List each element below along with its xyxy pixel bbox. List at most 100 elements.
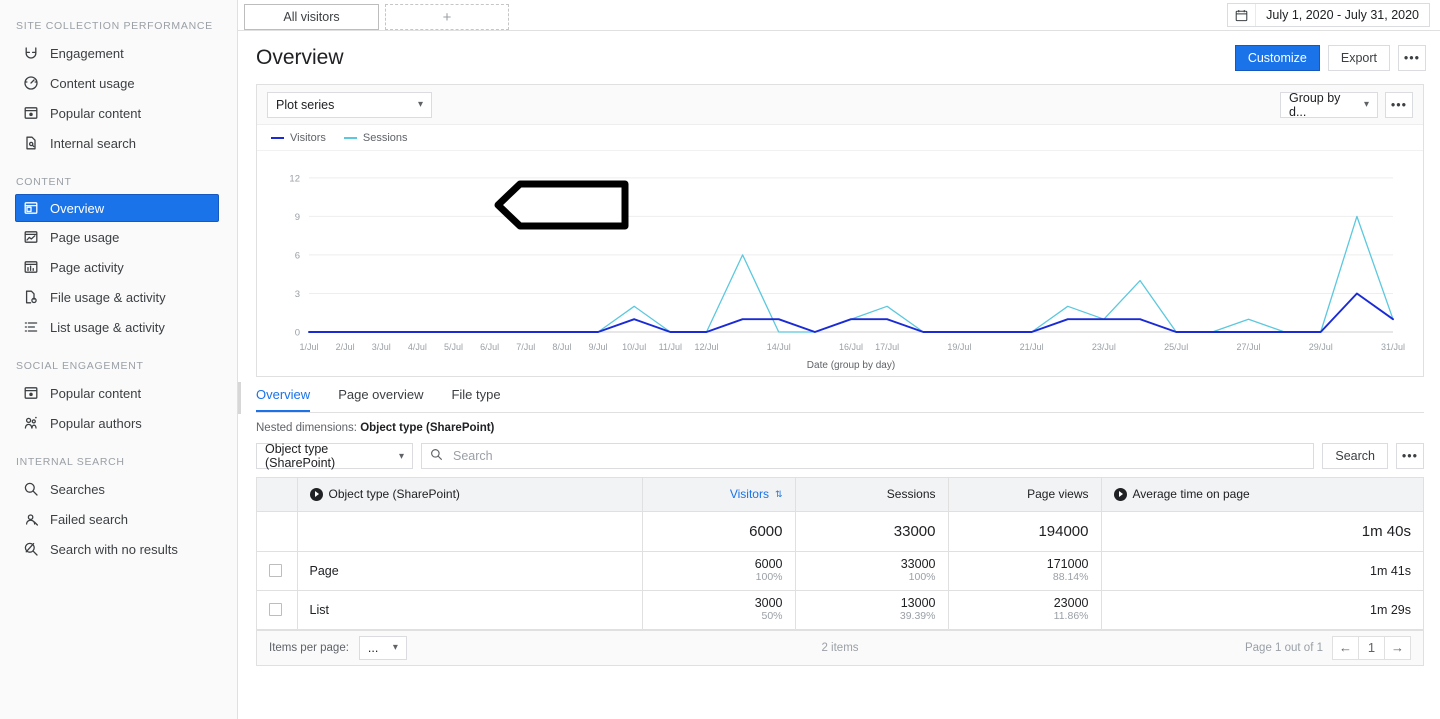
nested-dimensions-value[interactable]: Object type (SharePoint) [360,422,494,434]
search-button[interactable]: Search [1322,443,1388,469]
tab-page-overview[interactable]: Page overview [338,387,423,412]
y-axis-tick-label: 0 [295,328,300,339]
sidebar-item-popular-authors[interactable]: Popular authors [16,408,219,438]
page-label: Page 1 out of 1 [1244,641,1323,654]
items-per-page-select[interactable]: ... ▾ [358,635,407,660]
column-header-object-type-sharepoint[interactable]: Object type (SharePoint) [297,478,643,512]
page-title: Overview [256,45,344,69]
chevron-down-icon: ▾ [392,642,398,653]
sidebar-group-spacer [0,564,237,574]
column-header-visitors[interactable]: Visitors ⇅ [642,478,796,512]
group-by-select[interactable]: Group by d... ▾ [1280,90,1378,119]
x-axis-tick-label: 3/Jul [372,342,391,352]
sidebar-item-label: Page usage [50,229,120,245]
x-axis-title: Date (group by day) [807,360,895,371]
group-by-label: Group by d... [1289,90,1341,119]
nested-dimensions: Nested dimensions: Object type (SharePoi… [256,413,1424,440]
sidebar-item-label: Failed search [50,511,129,527]
x-axis-tick-label: 17/Jul [875,342,899,352]
y-axis-tick-label: 6 [295,250,300,261]
row-dimension-label: List [309,602,329,617]
sidebar-item-label: Popular content [50,385,142,401]
row-checkbox-cell [257,590,298,630]
legend-swatch-icon [343,136,357,139]
sidebar-item-page-usage[interactable]: Page usage [16,222,219,252]
x-axis-tick-label: 6/Jul [480,342,499,352]
table-row[interactable]: Page 6000 100% 33000 100% 171000 88.14% 1m 41s [257,551,1423,591]
popular-content-icon [22,104,40,122]
row-visitors-cell: 3000 50% [642,590,796,630]
sidebar-group-title: INTERNAL SEARCH [16,456,125,468]
chart-more-button[interactable]: ••• [1385,91,1413,118]
document-search-icon [22,134,40,152]
legend-item-sessions[interactable]: Sessions [343,132,408,144]
header-more-button[interactable]: ••• [1398,44,1426,71]
sidebar-item-search-with-no-results[interactable]: Search with no results [16,534,219,564]
x-axis-tick-label: 2/Jul [336,342,355,352]
search-more-button[interactable]: ••• [1396,443,1424,469]
sidebar-item-popular-content[interactable]: Popular content [16,98,219,128]
current-page-number[interactable]: 1 [1358,635,1385,660]
row-visitors-percent: 100% [755,571,783,584]
plot-series-select[interactable]: Plot series ▾ [267,91,432,118]
x-axis-tick-label: 21/Jul [1020,342,1044,352]
file-activity-icon [22,288,40,306]
report-tabs: Overview Page overview File type [256,377,1424,413]
data-table: Object type (SharePoint) Visitors ⇅ Session… [257,478,1423,630]
row-checkbox[interactable] [269,603,282,616]
next-page-button[interactable]: → [1384,635,1411,660]
sidebar-item-list-usage-activity[interactable]: List usage & activity [16,312,219,342]
column-header-label: Object type (SharePoint) [328,487,460,502]
date-range-value: July 1, 2020 - July 31, 2020 [1266,8,1419,22]
sidebar-item-engagement[interactable]: Engagement [16,38,219,68]
search-box[interactable] [421,443,1315,469]
chart-plot-area: 0 3 6 9 12 1/Jul 2/Jul 3/Jul 4/Jul 5/Jul 6/Jul 7/Ju… [257,151,1423,376]
x-axis-tick-label: 16/Jul [839,342,863,352]
column-header-sessions[interactable]: Sessions [795,478,949,512]
popular-authors-icon [22,414,40,432]
row-visitors-value: 6000 [754,556,783,571]
dimension-select[interactable]: Object type (SharePoint) ▾ [256,442,413,470]
row-visitors-cell: 6000 100% [642,551,796,591]
table-body: 6000 33000 194000 1m 40s Page 6000 100% 33000 10… [257,511,1423,630]
row-sessions-percent: 39.39% [899,610,936,623]
sidebar-item-failed-search[interactable]: Failed search [16,504,219,534]
total-row-checkbox-cell [257,511,298,552]
sidebar-item-file-usage-activity[interactable]: File usage & activity [16,282,219,312]
legend-label: Visitors [290,131,326,144]
dimension-play-icon [1113,487,1127,501]
search-input[interactable] [451,448,1306,464]
add-segment-button[interactable]: + [385,4,509,30]
chevron-down-icon: ▾ [417,99,423,110]
sidebar-item-searches[interactable]: Searches [16,474,219,504]
tab-overview[interactable]: Overview [256,387,311,412]
date-range-picker[interactable]: July 1, 2020 - July 31, 2020 [1227,3,1430,27]
x-axis-tick-label: 27/Jul [1236,342,1260,352]
prev-page-button[interactable]: ← [1332,635,1359,660]
chart-card: Plot series ▾ Group by d... ▾ ••• Visito… [256,84,1424,377]
x-axis-tick-label: 8/Jul [552,342,571,352]
sidebar-item-page-activity[interactable]: Page activity [16,252,219,282]
sidebar-item-label: Search with no results [50,541,178,557]
tab-file-type[interactable]: File type [451,387,500,412]
segment-tab-all-visitors[interactable]: All visitors [244,4,379,30]
sidebar-item-overview[interactable]: Overview [15,194,219,222]
sidebar-item-content-usage[interactable]: Content usage [16,68,219,98]
sidebar-item-popular-content[interactable]: Popular content [16,378,219,408]
table-row[interactable]: List 3000 50% 13000 39.39% 23000 11.86% 1m 29s [257,590,1423,630]
pagination: Page 1 out of 1 ← 1 → [1244,635,1411,660]
sidebar: SITE COLLECTION PERFORMANCE Engagement Con… [0,0,238,719]
row-dimension-cell: List [297,590,643,630]
chart-toolbar: Plot series ▾ Group by d... ▾ ••• [257,85,1423,125]
sidebar-item-internal-search[interactable]: Internal search [16,128,219,158]
x-axis-tick-label: 25/Jul [1164,342,1188,352]
export-button[interactable]: Export [1327,44,1390,71]
column-header-average-time-on-page[interactable]: Average time on page [1101,478,1423,512]
column-header-page-views[interactable]: Page views [948,478,1102,512]
customize-button[interactable]: Customize [1234,44,1320,71]
sort-arrows-icon: ⇅ [774,488,783,499]
row-avg-time-value: 1m 29s [1370,602,1411,617]
legend-item-visitors[interactable]: Visitors [271,132,326,144]
dimension-select-label: Object type (SharePoint) [265,442,336,470]
row-checkbox[interactable] [269,564,282,577]
